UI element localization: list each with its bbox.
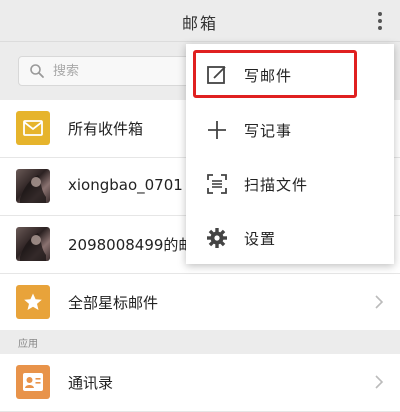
menu-item-compose[interactable]: 写邮件	[186, 47, 394, 101]
top-bar: 邮箱	[0, 0, 400, 42]
menu-item-scan[interactable]: 扫描文件	[186, 156, 394, 210]
dropdown-menu: 写邮件 写记事 扫描文件 设置	[186, 44, 394, 264]
list-item-contacts[interactable]: 通讯录	[0, 354, 400, 412]
search-icon	[30, 64, 44, 78]
star-icon	[16, 285, 50, 319]
inbox-icon	[16, 111, 50, 145]
scan-icon	[207, 174, 227, 194]
section-header-apps: 应用	[0, 330, 400, 354]
section-label: 应用	[18, 339, 38, 350]
avatar	[16, 227, 50, 261]
menu-item-settings[interactable]: 设置	[186, 210, 394, 264]
more-vertical-icon[interactable]	[370, 9, 390, 33]
menu-item-label: 写记事	[244, 122, 293, 140]
list-item-label: xiongbao_0701	[68, 176, 183, 194]
chevron-right-icon	[375, 375, 384, 389]
list-item-label: 所有收件箱	[68, 120, 144, 138]
compose-icon	[207, 66, 226, 84]
plus-icon	[208, 121, 226, 139]
page-title: 邮箱	[181, 14, 218, 33]
menu-item-label: 写邮件	[244, 67, 293, 85]
gear-icon	[207, 228, 227, 248]
list-item-label: 通讯录	[68, 374, 114, 392]
avatar	[16, 169, 50, 203]
list-item-label: 全部星标邮件	[68, 294, 159, 312]
chevron-right-icon	[375, 295, 384, 309]
list-item-starred[interactable]: 全部星标邮件	[0, 274, 400, 332]
menu-item-new-note[interactable]: 写记事	[186, 102, 394, 156]
menu-item-label: 扫描文件	[244, 176, 309, 194]
menu-item-label: 设置	[244, 230, 277, 248]
contacts-icon	[16, 365, 50, 399]
